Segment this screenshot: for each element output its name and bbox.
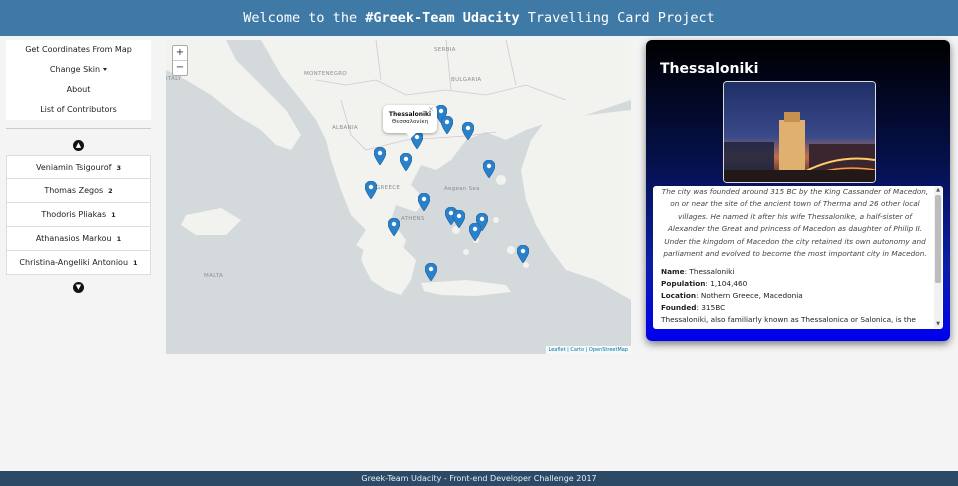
header-prefix: Welcome to the xyxy=(243,10,366,26)
contributor-item[interactable]: Christina-Angeliki Antoniou 1 xyxy=(6,251,151,275)
contributor-item[interactable]: Veniamin Tsigourof 3 xyxy=(6,155,151,179)
map-marker-icon[interactable] xyxy=(482,159,496,179)
contributor-name: Thodoris Pliakas xyxy=(41,210,107,219)
zoom-control: + − xyxy=(172,45,188,76)
city-photo xyxy=(723,81,876,183)
fact-name-label: Name xyxy=(661,267,685,277)
map-marker-icon[interactable] xyxy=(364,180,378,200)
arrow-down-circle-icon[interactable]: ▼ xyxy=(73,282,84,293)
contributor-name: Thomas Zegos xyxy=(44,186,104,195)
map-label-malta: MALTA xyxy=(204,273,224,279)
arrow-up-circle-icon[interactable]: ▲ xyxy=(73,140,84,151)
contributor-count-badge: 2 xyxy=(108,187,113,195)
map-view[interactable]: + − SERBIA MONTENEGRO BULGARIA ITALY ALB… xyxy=(166,40,631,354)
zoom-in-button[interactable]: + xyxy=(173,46,187,61)
map-marker-icon[interactable] xyxy=(452,209,466,229)
scrollbar-thumb[interactable] xyxy=(935,195,941,283)
fact-location: Location: Nothern Greece, Macedonia xyxy=(661,291,803,301)
card-title: Thessaloniki xyxy=(660,61,759,77)
map-label-greece: GREECE xyxy=(376,185,401,191)
fact-extra: Thessaloniki, also familiarly known as T… xyxy=(661,315,916,325)
contributor-name: Athanasios Markou xyxy=(35,234,112,243)
change-skin-dropdown[interactable]: Change Skin xyxy=(6,60,151,80)
map-marker-icon[interactable] xyxy=(424,262,438,282)
city-description: The city was founded around 315 BC by th… xyxy=(661,187,929,259)
fact-founded-value: 315BC xyxy=(701,303,726,313)
header-suffix: Travelling Card Project xyxy=(519,10,715,26)
fact-location-label: Location xyxy=(661,291,697,301)
fact-name: Name: Thessaloniki xyxy=(661,267,735,277)
contributor-item[interactable]: Thomas Zegos 2 xyxy=(6,179,151,203)
change-skin-label: Change Skin xyxy=(49,65,101,74)
contributor-name: Christina-Angeliki Antoniou xyxy=(19,258,129,267)
contributor-count-badge: 1 xyxy=(116,235,122,243)
contributor-item[interactable]: Athanasios Markou 1 xyxy=(6,227,151,251)
info-scrollbar[interactable]: ▲ ▼ xyxy=(934,187,942,328)
map-marker-icon[interactable] xyxy=(399,152,413,172)
header-highlight: #Greek-Team Udacity xyxy=(365,10,520,26)
map-marker-icon[interactable] xyxy=(387,217,401,237)
contributor-item[interactable]: Thodoris Pliakas 1 xyxy=(6,203,151,227)
popup-close-icon[interactable]: × xyxy=(428,105,434,113)
caret-down-icon xyxy=(103,68,108,71)
popup-subtitle: Θεσσαλονίκη xyxy=(391,119,429,125)
map-marker-icon[interactable] xyxy=(516,244,530,264)
map-label-italy: ITALY xyxy=(166,76,182,82)
city-card: Thessaloniki The city was founded around… xyxy=(646,40,950,341)
map-marker-icon[interactable] xyxy=(373,146,387,166)
zoom-out-button[interactable]: − xyxy=(173,61,187,75)
map-label-albania: ALBANIA xyxy=(332,125,358,131)
contributors-link[interactable]: List of Contributors xyxy=(6,100,151,120)
fact-name-value: Thessaloniki xyxy=(689,267,735,277)
scroll-up-arrow-icon[interactable]: ▲ xyxy=(934,187,942,194)
contributor-count-badge: 3 xyxy=(116,164,121,172)
side-menu: Get Coordinates From Map Change Skin Abo… xyxy=(6,40,151,120)
fact-founded: Founded: 315BC xyxy=(661,303,726,313)
map-popup: × Thessaloniki Θεσσαλονίκη xyxy=(383,105,437,138)
get-coordinates-link[interactable]: Get Coordinates From Map xyxy=(6,40,151,60)
map-label-bulgaria: BULGARIA xyxy=(451,77,482,83)
map-marker-icon[interactable] xyxy=(468,222,482,242)
fact-population: Population: 1,104,460 xyxy=(661,279,748,289)
contributor-count-badge: 1 xyxy=(111,211,116,219)
fact-population-label: Population xyxy=(661,279,706,289)
map-attribution[interactable]: Leaflet | Carto | OpenStreetMap xyxy=(545,346,631,354)
map-marker-icon[interactable] xyxy=(440,115,454,135)
map-marker-icon[interactable] xyxy=(417,192,431,212)
page-header: Welcome to the #Greek-Team Udacity Trave… xyxy=(0,0,958,36)
contributors-list: Veniamin Tsigourof 3 Thomas Zegos 2 Thodor… xyxy=(6,155,151,275)
contributor-name: Veniamin Tsigourof xyxy=(36,163,112,172)
map-marker-icon[interactable] xyxy=(461,121,475,141)
city-photo-image xyxy=(724,82,875,182)
contributor-count-badge: 1 xyxy=(133,259,138,267)
about-link[interactable]: About xyxy=(6,80,151,100)
map-label-athens: ATHENS xyxy=(401,216,425,222)
map-label-serbia: SERBIA xyxy=(434,47,456,53)
scroll-down-arrow-icon[interactable]: ▼ xyxy=(934,321,942,328)
map-label-aegean: Aegean Sea xyxy=(444,186,480,192)
city-info-panel[interactable]: The city was founded around 315 BC by th… xyxy=(653,186,943,329)
menu-divider xyxy=(6,128,151,129)
popup-tip xyxy=(406,133,416,138)
fact-location-value: Nothern Greece, Macedonia xyxy=(700,291,803,301)
map-land-shapes xyxy=(166,40,631,300)
fact-population-value: 1,104,460 xyxy=(710,279,748,289)
city-facts: Name: Thessaloniki Population: 1,104,460… xyxy=(653,266,943,326)
map-label-montenegro: MONTENEGRO xyxy=(304,71,348,77)
fact-founded-label: Founded xyxy=(661,303,697,313)
page-footer: Greek-Team Udacity - Front-end Developer… xyxy=(0,471,958,486)
